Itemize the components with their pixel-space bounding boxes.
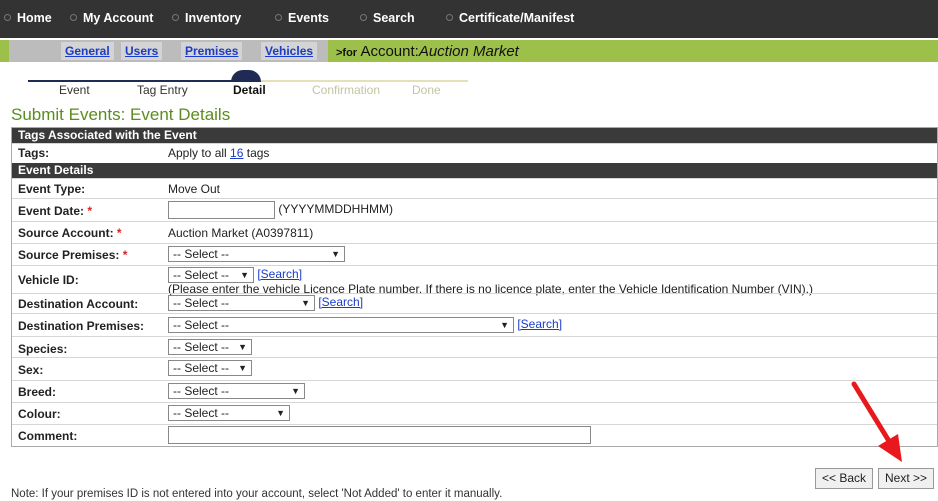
dropdown-arrow-icon: ▼ <box>238 342 247 352</box>
dest-account-select[interactable]: -- Select -- ▼ <box>168 295 315 311</box>
nav-my-account[interactable]: My Account <box>70 11 153 25</box>
dropdown-arrow-icon: ▼ <box>500 320 509 330</box>
source-premises-label: Source Premises: * <box>18 248 128 262</box>
tags-value: Apply to all 16 tags <box>168 146 270 160</box>
annotation-arrow-icon <box>851 381 902 462</box>
nav-inventory[interactable]: Inventory <box>172 11 241 25</box>
step-detail: Detail <box>233 83 266 97</box>
step-confirmation: Confirmation <box>312 83 381 97</box>
row-dest-premises: Destination Premises: -- Select -- ▼ [Sea… <box>12 313 937 336</box>
row-breed: Breed: -- Select -- ▼ <box>12 380 937 402</box>
progress-line-pending <box>246 80 468 82</box>
dropdown-arrow-icon: ▼ <box>301 298 310 308</box>
row-comment: Comment: <box>12 424 937 446</box>
row-sex: Sex: -- Select -- ▼ <box>12 357 937 380</box>
next-button[interactable]: Next >> <box>878 468 935 489</box>
vehicle-label: Vehicle ID: <box>18 273 79 287</box>
dropdown-arrow-icon: ▼ <box>291 386 300 396</box>
step-tag-entry: Tag Entry <box>137 83 188 97</box>
breed-select[interactable]: -- Select -- ▼ <box>168 383 305 399</box>
top-nav: Home My Account Inventory Events Search … <box>0 0 938 38</box>
event-date-format: (YYYYMMDDHHMM) <box>278 202 393 217</box>
tag-count-link[interactable]: 16 <box>230 146 243 160</box>
row-tags: Tags: Apply to all 16 tags <box>12 143 937 163</box>
source-premises-select[interactable]: -- Select -- ▼ <box>168 246 345 262</box>
tab-users[interactable]: Users <box>121 42 163 60</box>
nav-events[interactable]: Events <box>275 11 329 25</box>
bullet-icon <box>360 14 367 22</box>
event-date-label: Event Date: * <box>18 204 93 218</box>
dest-account-search-link[interactable]: [Search] <box>318 295 363 309</box>
section-header-tags: Tags Associated with the Event <box>12 128 937 143</box>
bullet-icon <box>172 14 179 22</box>
step-done: Done <box>412 83 441 97</box>
account-indicator: >for Account:Auction Market <box>336 43 519 60</box>
section-header-details: Event Details <box>12 163 937 178</box>
dest-premises-select[interactable]: -- Select -- ▼ <box>168 317 514 333</box>
row-vehicle: Vehicle ID: -- Select -- ▼ [Search] (Plea… <box>12 265 937 296</box>
account-subnav: General Users Premises Vehicles >for Acc… <box>0 40 938 62</box>
source-account-label: Source Account: * <box>18 226 122 240</box>
vehicle-search-link[interactable]: [Search] <box>257 267 302 281</box>
comment-label: Comment: <box>18 429 78 443</box>
event-date-input[interactable] <box>168 201 275 219</box>
source-account-value: Auction Market (A0397811) <box>168 226 314 240</box>
sex-label: Sex: <box>18 363 44 377</box>
row-colour: Colour: -- Select -- ▼ <box>12 402 937 424</box>
row-event-date: Event Date: * (YYYYMMDDHHMM) <box>12 198 937 221</box>
back-button[interactable]: << Back <box>815 468 874 489</box>
nav-certificate[interactable]: Certificate/Manifest <box>446 11 574 25</box>
row-dest-account: Destination Account: -- Select -- ▼ [Sear… <box>12 293 937 313</box>
comment-input[interactable] <box>168 426 591 444</box>
current-step-marker <box>231 70 261 82</box>
species-select[interactable]: -- Select -- ▼ <box>168 339 252 355</box>
row-event-type: Event Type: Move Out <box>12 178 937 198</box>
bullet-icon <box>70 14 77 22</box>
row-source-premises: Source Premises: * -- Select -- ▼ <box>12 243 937 265</box>
nav-home[interactable]: Home <box>4 11 52 25</box>
page-title: Submit Events: Event Details <box>11 105 231 124</box>
dropdown-arrow-icon: ▼ <box>238 363 247 373</box>
dropdown-arrow-icon: ▼ <box>276 408 285 418</box>
dest-premises-search-link[interactable]: [Search] <box>517 317 562 331</box>
dest-account-label: Destination Account: <box>18 297 139 311</box>
row-source-account: Source Account: * Auction Market (A03978… <box>12 221 937 243</box>
dropdown-arrow-icon: ▼ <box>331 249 340 259</box>
colour-label: Colour: <box>18 407 61 421</box>
dropdown-arrow-icon: ▼ <box>240 270 249 280</box>
dest-premises-label: Destination Premises: <box>18 319 145 333</box>
event-type-value: Move Out <box>168 182 221 196</box>
event-type-label: Event Type: <box>18 182 86 196</box>
vehicle-select[interactable]: -- Select -- ▼ <box>168 267 254 283</box>
nav-search[interactable]: Search <box>360 11 415 25</box>
progress-steps: Event Tag Entry Detail Confirmation Done <box>28 66 468 97</box>
tab-premises[interactable]: Premises <box>181 42 243 60</box>
step-event: Event <box>59 83 90 97</box>
tags-label: Tags: <box>18 146 50 160</box>
breed-label: Breed: <box>18 385 57 399</box>
tab-vehicles[interactable]: Vehicles <box>261 42 318 60</box>
row-species: Species: -- Select -- ▼ <box>12 336 937 357</box>
bullet-icon <box>275 14 282 22</box>
bullet-icon <box>446 14 453 22</box>
sex-select[interactable]: -- Select -- ▼ <box>168 360 252 376</box>
tab-general[interactable]: General <box>61 42 114 60</box>
event-form: Tags Associated with the Event Tags: App… <box>11 127 938 447</box>
colour-select[interactable]: -- Select -- ▼ <box>168 405 290 421</box>
progress-line-complete <box>28 80 246 82</box>
species-label: Species: <box>18 342 68 356</box>
bullet-icon <box>4 14 11 22</box>
premises-note: Note: If your premises ID is not entered… <box>11 488 503 500</box>
